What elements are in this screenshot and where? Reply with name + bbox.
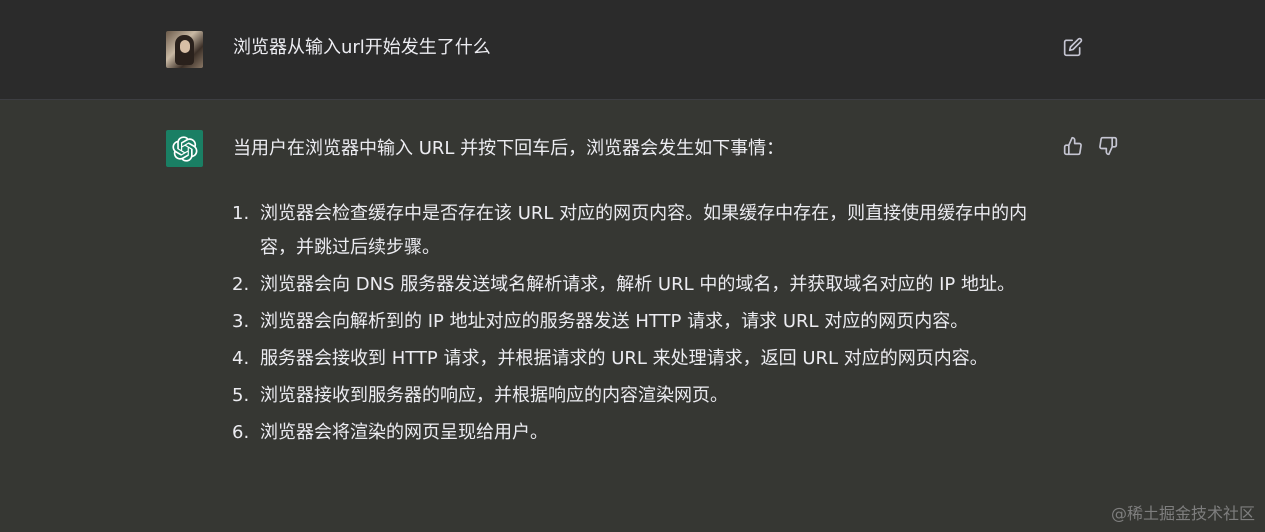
list-item: 1. 浏览器会检查缓存中是否存在该 URL 对应的网页内容。如果缓存中存在，则直… bbox=[232, 197, 1042, 265]
list-item-text: 浏览器接收到服务器的响应，并根据响应的内容渲染网页。 bbox=[260, 385, 728, 406]
answer-intro: 当用户在浏览器中输入 URL 并按下回车后，浏览器会发生如下事情： bbox=[233, 138, 785, 159]
list-item: 6. 浏览器会将渲染的网页呈现给用户。 bbox=[232, 416, 1042, 450]
list-item: 5. 浏览器接收到服务器的响应，并根据响应的内容渲染网页。 bbox=[232, 379, 1042, 413]
list-item-number: 6. bbox=[232, 422, 250, 443]
list-item-text: 服务器会接收到 HTTP 请求，并根据请求的 URL 来处理请求，返回 URL … bbox=[260, 348, 988, 369]
list-item: 3. 浏览器会向解析到的 IP 地址对应的服务器发送 HTTP 请求，请求 UR… bbox=[232, 305, 1042, 339]
list-item-text: 浏览器会检查缓存中是否存在该 URL 对应的网页内容。如果缓存中存在，则直接使用… bbox=[260, 203, 1028, 258]
user-message-row: 浏览器从输入url开始发生了什么 bbox=[0, 0, 1265, 100]
thumbs-up-icon[interactable] bbox=[1063, 136, 1083, 156]
user-message-text: 浏览器从输入url开始发生了什么 bbox=[233, 37, 491, 58]
list-item-text: 浏览器会向 DNS 服务器发送域名解析请求，解析 URL 中的域名，并获取域名对… bbox=[260, 274, 1015, 295]
list-item-text: 浏览器会向解析到的 IP 地址对应的服务器发送 HTTP 请求，请求 URL 对… bbox=[260, 311, 969, 332]
user-avatar bbox=[166, 31, 203, 68]
list-item: 4. 服务器会接收到 HTTP 请求，并根据请求的 URL 来处理请求，返回 U… bbox=[232, 342, 1042, 376]
list-item-number: 4. bbox=[232, 348, 250, 369]
avatar-face bbox=[180, 40, 190, 53]
list-item-number: 5. bbox=[232, 385, 250, 406]
openai-logo-icon bbox=[166, 130, 203, 167]
list-item: 2. 浏览器会向 DNS 服务器发送域名解析请求，解析 URL 中的域名，并获取… bbox=[232, 268, 1042, 302]
list-item-number: 3. bbox=[232, 311, 250, 332]
thumbs-down-icon[interactable] bbox=[1098, 136, 1118, 156]
list-item-number: 2. bbox=[232, 274, 250, 295]
list-item-number: 1. bbox=[232, 203, 250, 224]
list-item-text: 浏览器会将渲染的网页呈现给用户。 bbox=[260, 422, 548, 443]
edit-icon[interactable] bbox=[1063, 37, 1083, 57]
answer-steps-list: 1. 浏览器会检查缓存中是否存在该 URL 对应的网页内容。如果缓存中存在，则直… bbox=[232, 197, 1042, 453]
watermark: @稀土掘金技术社区 bbox=[1110, 504, 1255, 523]
